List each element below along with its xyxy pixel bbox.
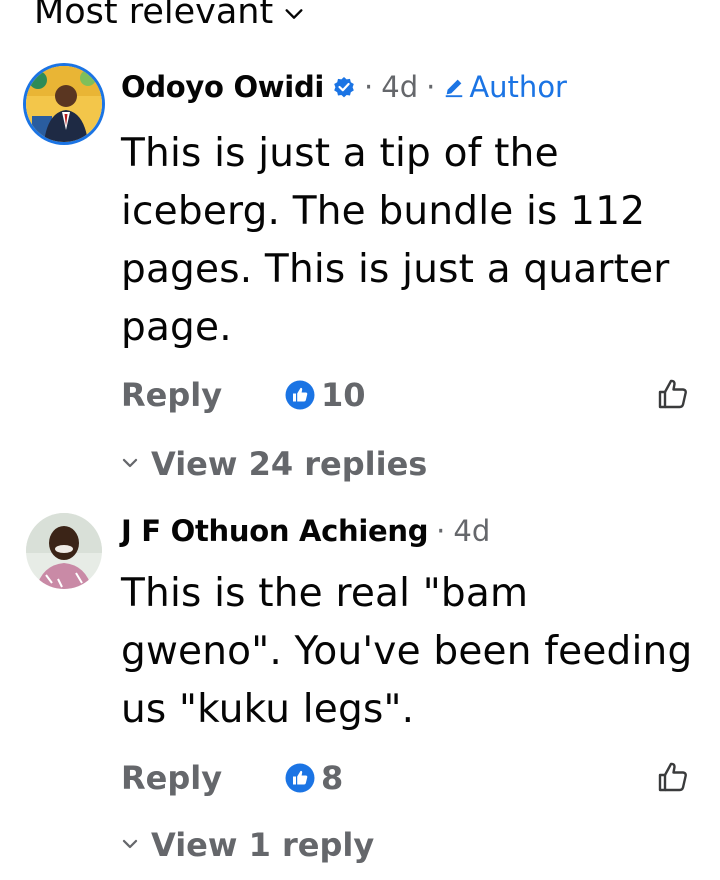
sort-selector[interactable]: Most relevant [34,0,305,32]
author-badge: Author [443,70,567,104]
view-replies-label: View 1 reply [151,826,375,864]
sort-label: Most relevant [34,0,274,32]
author-name[interactable]: J F Othuon Achieng [121,514,428,548]
like-count: 10 [321,376,366,414]
separator-dot: · [436,514,446,548]
author-name[interactable]: Odoyo Owidi [121,70,324,104]
reply-button[interactable]: Reply [121,376,222,414]
reply-button[interactable]: Reply [121,759,222,797]
separator-dot: · [426,70,436,104]
comment-meta: J F Othuon Achieng · 4d [121,514,490,548]
author-badge-label: Author [469,70,567,104]
comment-time[interactable]: 4d [453,514,490,548]
chevron-down-icon [285,9,303,19]
verified-badge-icon [334,77,354,98]
like-button-icon[interactable] [655,759,691,795]
comment-actions: Reply 10 [121,376,701,420]
like-reaction-icon [285,380,315,410]
reaction-count[interactable]: 10 [285,376,366,414]
like-button-icon[interactable] [655,376,691,412]
view-replies-link[interactable]: View 1 reply [121,826,374,864]
pencil-icon [446,79,463,98]
comment-text: This is the real "bam gweno". You've bee… [121,571,693,732]
chevron-down-icon [122,458,138,468]
avatar-photo [26,513,102,589]
reaction-count[interactable]: 8 [285,759,343,797]
separator-dot: · [364,70,374,104]
comment-meta: Odoyo Owidi · 4d · Author [121,70,567,104]
like-count: 8 [321,759,344,797]
like-reaction-icon [285,763,315,793]
avatar[interactable] [26,66,102,142]
avatar[interactable] [26,513,102,589]
comments-page: Most relevant Odoyo Owidi · 4d · Author … [0,0,720,880]
comment-text: This is just a tip of the iceberg. The b… [121,131,670,350]
comment-actions: Reply 8 [121,759,701,803]
view-replies-link[interactable]: View 24 replies [121,445,427,483]
chevron-down-icon [122,839,138,849]
avatar-photo [26,66,102,142]
comment-time[interactable]: 4d [381,70,418,104]
view-replies-label: View 24 replies [151,445,428,483]
